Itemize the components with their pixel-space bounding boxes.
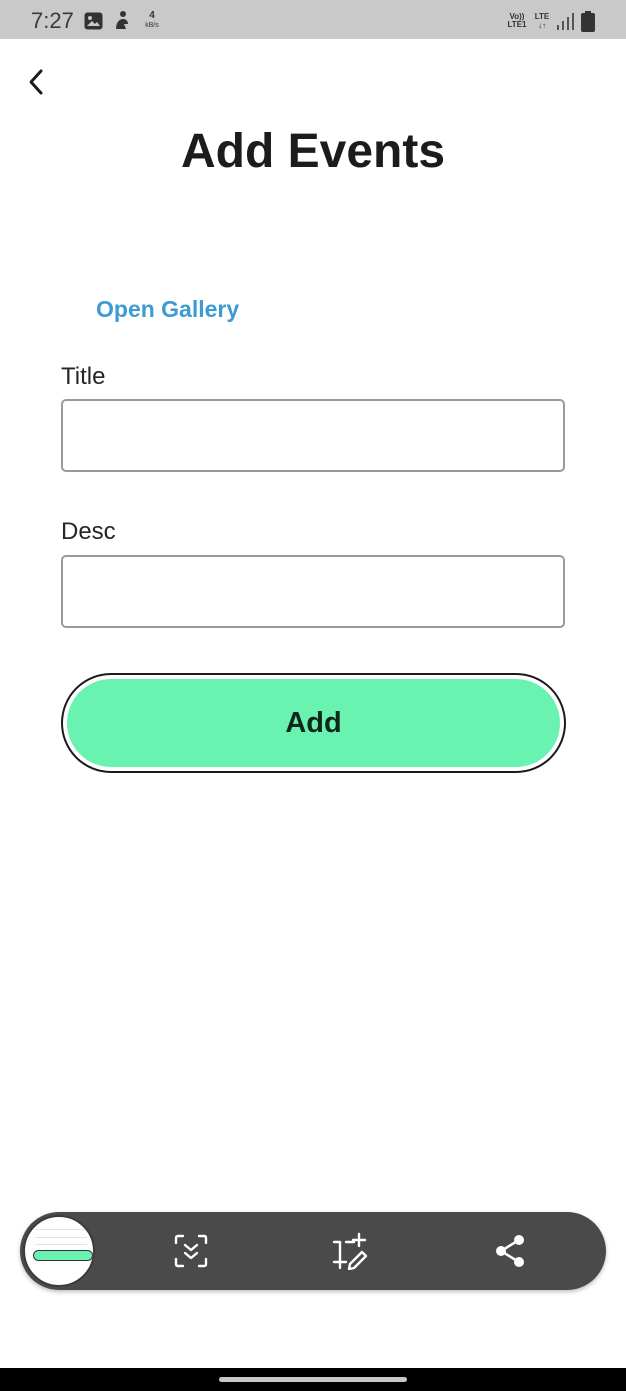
share-button[interactable] [489,1230,531,1272]
volte-bottom: LTE1 [507,20,527,29]
battery-icon [581,11,595,32]
screenshot-thumbnail[interactable] [23,1215,95,1287]
net-speed: 4 kB/s [140,10,164,30]
share-icon [496,1235,524,1267]
scan-icon [174,1234,208,1268]
status-time: 7:27 [31,8,74,33]
screenshot-toolbar [20,1212,606,1290]
home-indicator[interactable] [219,1377,407,1382]
thumbnail-line [35,1229,87,1230]
desc-label: Desc [61,518,116,545]
desc-input[interactable] [61,555,565,628]
net-speed-unit: kB/s [145,22,159,29]
lte-top: LTE [534,12,550,21]
lte-bottom: ↓↑ [538,21,546,30]
thumbnail-line [35,1237,87,1238]
chevron-left-icon [29,69,43,95]
crop-edit-icon [332,1232,368,1270]
add-button[interactable]: Add [61,673,566,773]
volte-indicator: Vo)) LTE1 [505,13,529,29]
lte-indicator: LTE ↓↑ [532,12,552,30]
edit-button[interactable] [330,1230,372,1272]
person-icon [116,11,128,29]
page-title: Add Events [180,125,446,178]
net-speed-value: 4 [149,10,155,21]
scroll-capture-button[interactable] [170,1230,212,1272]
title-label: Title [61,363,106,390]
add-button-label: Add [67,679,560,767]
open-gallery-link[interactable]: Open Gallery [96,296,239,323]
title-input[interactable] [61,399,565,472]
status-bar: 7:27 4 kB/s Vo)) LTE1 LTE ↓↑ [0,0,626,39]
thumbnail-line [35,1244,87,1245]
thumbnail-add-button [33,1250,93,1261]
image-icon [84,12,103,30]
signal-icon [557,13,574,30]
navigation-bar [0,1368,626,1391]
back-button[interactable] [20,64,52,100]
